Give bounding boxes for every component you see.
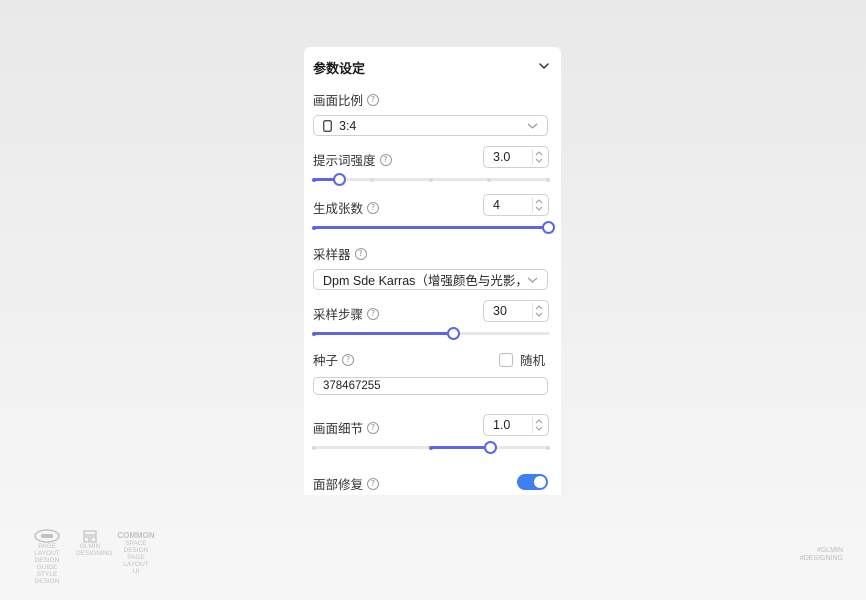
chevron-down-icon xyxy=(527,123,538,129)
seed-label: 种子 xyxy=(313,354,339,368)
guidance-label: 提示词强度 xyxy=(313,154,376,168)
guidance-number-input[interactable]: 3.0 xyxy=(483,146,549,168)
collapse-chevron-icon[interactable] xyxy=(538,60,550,72)
face-fix-toggle[interactable] xyxy=(517,474,548,490)
help-icon[interactable]: ? xyxy=(367,477,380,490)
toggle-knob xyxy=(534,476,546,488)
number-stepper-icon[interactable] xyxy=(532,417,543,433)
random-checkbox[interactable] xyxy=(499,352,513,367)
footer-logo-3-line: UI xyxy=(132,568,140,575)
footer-logo-1: PAGE LAYOUT DESIGN GUIDE STYLE DESIGN xyxy=(31,529,63,585)
random-label: 随机 xyxy=(520,354,546,368)
count-number-input[interactable]: 4 xyxy=(483,194,549,216)
face-fix-label: 面部修复 xyxy=(313,478,364,492)
aspect-ratio-value: 3:4 xyxy=(339,118,357,133)
detail-value: 1.0 xyxy=(493,418,511,432)
help-icon[interactable]: ? xyxy=(367,201,380,214)
footer-logo-3: COMMON SPACE DESIGN PAGE LAYOUT UI xyxy=(116,531,156,575)
help-icon[interactable]: ? xyxy=(379,153,392,166)
guidance-slider-thumb[interactable] xyxy=(333,173,346,186)
footer-logo-2-line: DESIGNING xyxy=(76,550,113,557)
count-label-row: 生成张数 ? xyxy=(313,198,380,217)
footer-logo-3-line: PAGE LAYOUT xyxy=(123,554,149,568)
footer-logo-3-line: SPACE DESIGN xyxy=(123,540,149,554)
steps-number-input[interactable]: 30 xyxy=(483,300,549,322)
text-logo: COMMON xyxy=(117,531,155,540)
footer-logo-1-line: PAGE LAYOUT xyxy=(34,543,60,557)
help-icon[interactable]: ? xyxy=(354,247,367,260)
watermark-line: #DESIGNING xyxy=(799,555,843,562)
slider-tick xyxy=(312,331,316,336)
random-seed-option[interactable]: 随机 xyxy=(499,350,545,369)
help-icon[interactable]: ? xyxy=(367,307,380,320)
footer-logo-1-line: STYLE DESIGN xyxy=(34,571,60,585)
steps-label-row: 采样步骤 ? xyxy=(313,304,380,323)
watermark: #GLMIN #DESIGNING xyxy=(800,547,843,563)
steps-slider-thumb[interactable] xyxy=(447,327,460,340)
slider-tick xyxy=(546,445,550,450)
slider-tick xyxy=(429,445,433,450)
slider-tick xyxy=(312,445,316,450)
aspect-ratio-select[interactable]: 3:4 xyxy=(313,115,548,136)
panel-title: 参数设定 xyxy=(313,61,366,76)
help-icon[interactable]: ? xyxy=(367,421,380,434)
seed-input[interactable]: 378467255 xyxy=(313,377,548,395)
watermark-line: #GLMIN xyxy=(816,547,843,554)
slider-tick xyxy=(546,177,550,182)
guidance-label-row: 提示词强度 ? xyxy=(313,150,392,169)
face-fix-label-row: 面部修复 ? xyxy=(313,474,380,493)
sampler-label: 采样器 xyxy=(313,248,351,262)
detail-slider-fill xyxy=(430,446,489,449)
slider-tick xyxy=(312,177,316,182)
footer-logo-2: GLMIN DESIGNING xyxy=(76,530,113,557)
count-label: 生成张数 xyxy=(313,202,364,216)
detail-label-row: 画面细节 ? xyxy=(313,418,380,437)
detail-label: 画面细节 xyxy=(313,422,364,436)
count-value: 4 xyxy=(493,198,500,212)
guidance-value: 3.0 xyxy=(493,150,511,164)
count-slider-fill xyxy=(313,226,546,229)
chevron-down-icon xyxy=(527,277,538,283)
slider-tick xyxy=(487,177,491,182)
sampler-value: Dpm Sde Karras（增强颜色与光影，... xyxy=(323,274,528,288)
footer-logo-1-line: DESIGN GUIDE xyxy=(34,557,60,571)
ribbon-logo-icon xyxy=(34,529,60,543)
number-stepper-icon[interactable] xyxy=(532,149,543,165)
portrait-ratio-icon xyxy=(323,119,332,132)
steps-value: 30 xyxy=(493,304,507,318)
footer-logo-2-line: GLMIN xyxy=(79,543,101,550)
detail-number-input[interactable]: 1.0 xyxy=(483,414,549,436)
count-slider-thumb[interactable] xyxy=(542,221,555,234)
seed-value: 378467255 xyxy=(323,380,381,392)
slider-tick xyxy=(370,177,374,182)
sampler-select[interactable]: Dpm Sde Karras（增强颜色与光影，... xyxy=(313,269,548,290)
help-icon[interactable]: ? xyxy=(342,353,355,366)
aspect-ratio-label-row: 画面比例 ? xyxy=(313,90,380,109)
sampler-label-row: 采样器 ? xyxy=(313,244,367,263)
help-icon[interactable]: ? xyxy=(367,93,380,106)
number-stepper-icon[interactable] xyxy=(532,303,543,319)
detail-slider-thumb[interactable] xyxy=(484,441,497,454)
seed-label-row: 种子 ? xyxy=(313,350,355,369)
steps-label: 采样步骤 xyxy=(313,308,364,322)
slider-tick xyxy=(312,225,316,230)
number-stepper-icon[interactable] xyxy=(532,197,543,213)
steps-slider-fill xyxy=(313,332,453,335)
slider-tick xyxy=(429,177,433,182)
settings-panel: 参数设定 画面比例 ? 3:4 提示词强度 ? 3.0 生成张数 ? 4 采样器… xyxy=(304,47,561,495)
grid-logo-icon xyxy=(83,530,97,543)
aspect-ratio-label: 画面比例 xyxy=(313,94,364,108)
